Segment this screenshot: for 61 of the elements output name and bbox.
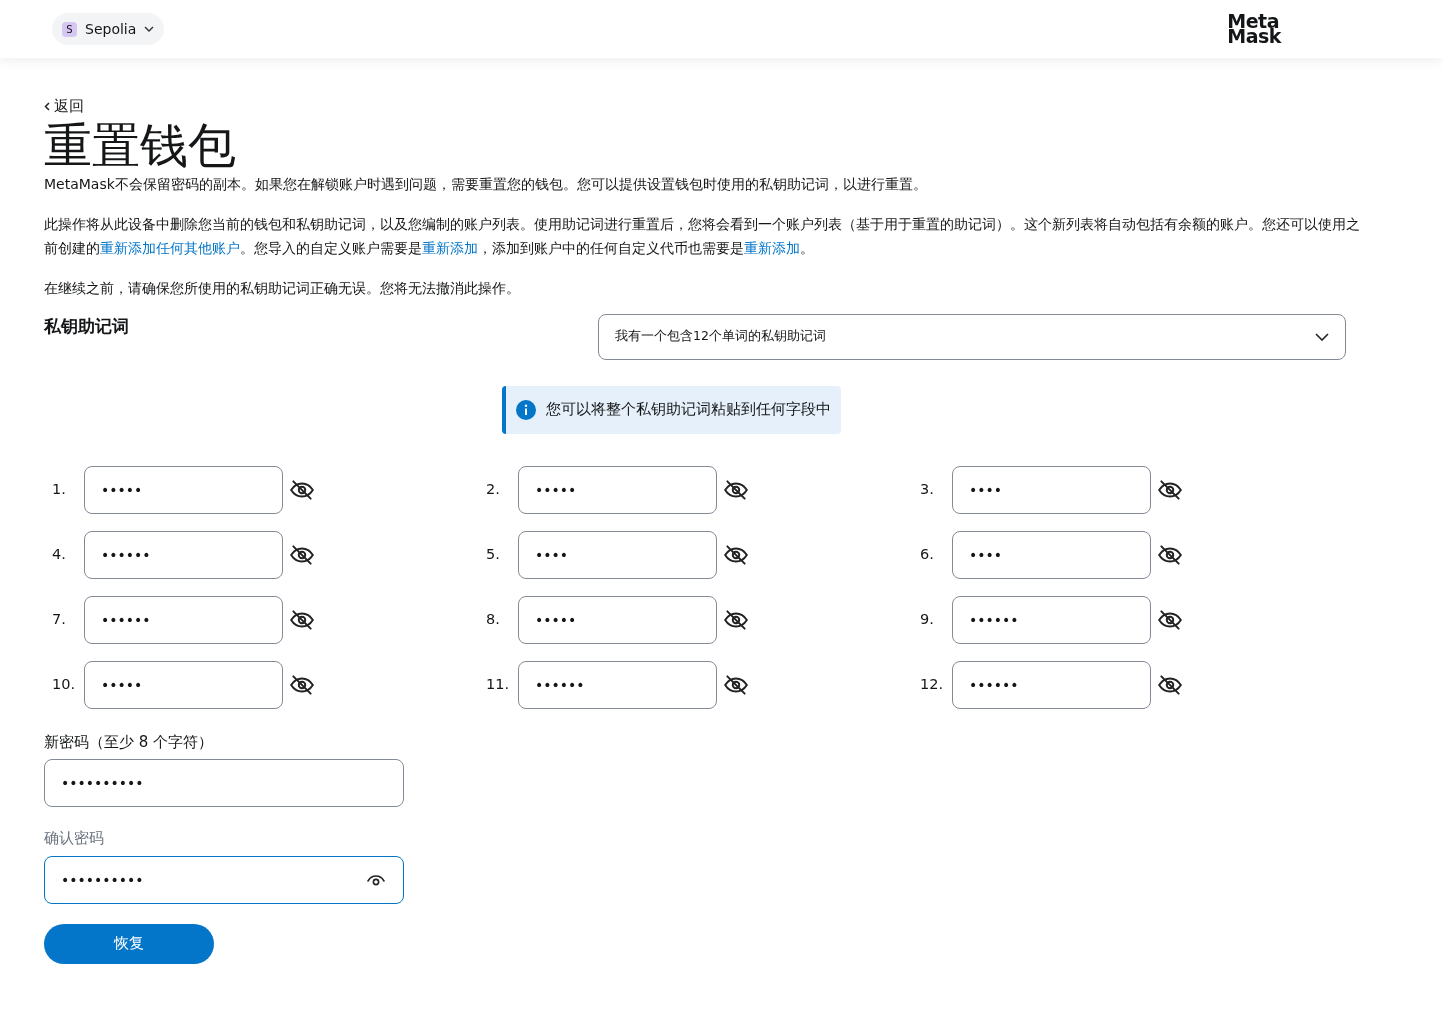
word-number: 1. [52, 479, 67, 499]
eye-icon[interactable] [366, 872, 386, 887]
restore-button[interactable]: 恢复 [44, 923, 214, 964]
word-number: 9. [920, 609, 935, 629]
word-number: 8. [486, 609, 501, 629]
eye-slash-icon[interactable] [289, 543, 315, 566]
word-input[interactable]: ••••• [518, 465, 717, 514]
description-text: 此操作将从此设备中删除您当前的钱包和私钥助记词，以及您编制的账户列表。使用助记词进行重置后，您将会看到一个账户列表（基于用于重置的助记词）。这个新列表将自动包括有余额的账户。您还可以使用之前创建的重新添加任何其他账户。您导入的自定义账户需要是重新添加，添加到账户中的任何自定义代币也需要是重新添加。 [44, 214, 1361, 258]
password-field[interactable]: •••••••••• [44, 759, 404, 807]
word-input[interactable]: •••• [952, 530, 1151, 579]
eye-slash-icon[interactable] [1157, 478, 1183, 501]
eye-slash-icon[interactable] [723, 673, 749, 696]
word-input[interactable]: •••••• [952, 595, 1151, 644]
word-input[interactable]: •••• [518, 530, 717, 579]
eye-slash-icon[interactable] [289, 673, 315, 696]
network-name: Sepolia [85, 19, 137, 39]
word-input[interactable]: ••••• [84, 465, 283, 514]
word-input[interactable]: •••• [952, 465, 1151, 514]
eye-slash-icon[interactable] [723, 608, 749, 631]
word-number: 12. [920, 674, 945, 694]
network-selector[interactable]: S Sepolia [52, 13, 165, 45]
word-input[interactable]: ••••• [518, 595, 717, 644]
re-add-link[interactable]: 重新添加任何其他账户 [100, 239, 240, 256]
word-number: 4. [52, 544, 67, 564]
chevron-left-icon [44, 101, 50, 111]
word-input[interactable]: ••••• [84, 660, 283, 709]
word-number: 2. [486, 479, 501, 499]
re-add-link[interactable]: 重新添加 [744, 239, 800, 256]
chevron-down-icon [144, 26, 155, 32]
word-input[interactable]: •••••• [84, 595, 283, 644]
eye-slash-icon[interactable] [289, 608, 315, 631]
word-count-dropdown[interactable]: 我有一个包含12个单词的私钥助记词 [598, 313, 1346, 360]
eye-slash-icon[interactable] [1157, 608, 1183, 631]
word-input[interactable]: •••••• [952, 660, 1151, 709]
word-number: 11. [486, 674, 511, 694]
field-label: 确认密码 [44, 828, 104, 849]
metamask-logo: Meta Mask [1227, 14, 1281, 44]
description-text: MetaMask不会保留密码的副本。如果您在解锁账户时遇到问题，需要重置您的钱包。您可以提供设置钱包时使用的私钥助记词，以进行重置。 [44, 174, 927, 194]
info-banner: 您可以将整个私钥助记词粘贴到任何字段中 [502, 385, 841, 434]
eye-slash-icon[interactable] [289, 478, 315, 501]
re-add-link[interactable]: 重新添加 [422, 239, 478, 256]
word-input[interactable]: •••••• [518, 660, 717, 709]
page-title: 重置钱包 [44, 117, 236, 172]
back-link[interactable]: 返回 [44, 95, 84, 118]
word-number: 5. [486, 544, 501, 564]
password-field[interactable]: •••••••••• [44, 855, 404, 904]
description-text: 在继续之前，请确保您所使用的私钥助记词正确无误。您将无法撤消此操作。 [44, 278, 520, 298]
word-number: 10. [52, 674, 77, 694]
eye-slash-icon[interactable] [723, 543, 749, 566]
eye-slash-icon[interactable] [723, 478, 749, 501]
chevron-down-icon [1315, 332, 1329, 341]
section-label: 私钥助记词 [44, 314, 130, 338]
eye-slash-icon[interactable] [1157, 543, 1183, 566]
word-number: 7. [52, 609, 67, 629]
word-number: 6. [920, 544, 935, 564]
network-avatar: S [62, 21, 77, 37]
field-label: 新密码（至少 8 个字符） [44, 731, 214, 753]
info-icon [516, 399, 536, 420]
word-number: 3. [920, 479, 935, 499]
eye-slash-icon[interactable] [1157, 673, 1183, 696]
word-input[interactable]: •••••• [84, 530, 283, 579]
